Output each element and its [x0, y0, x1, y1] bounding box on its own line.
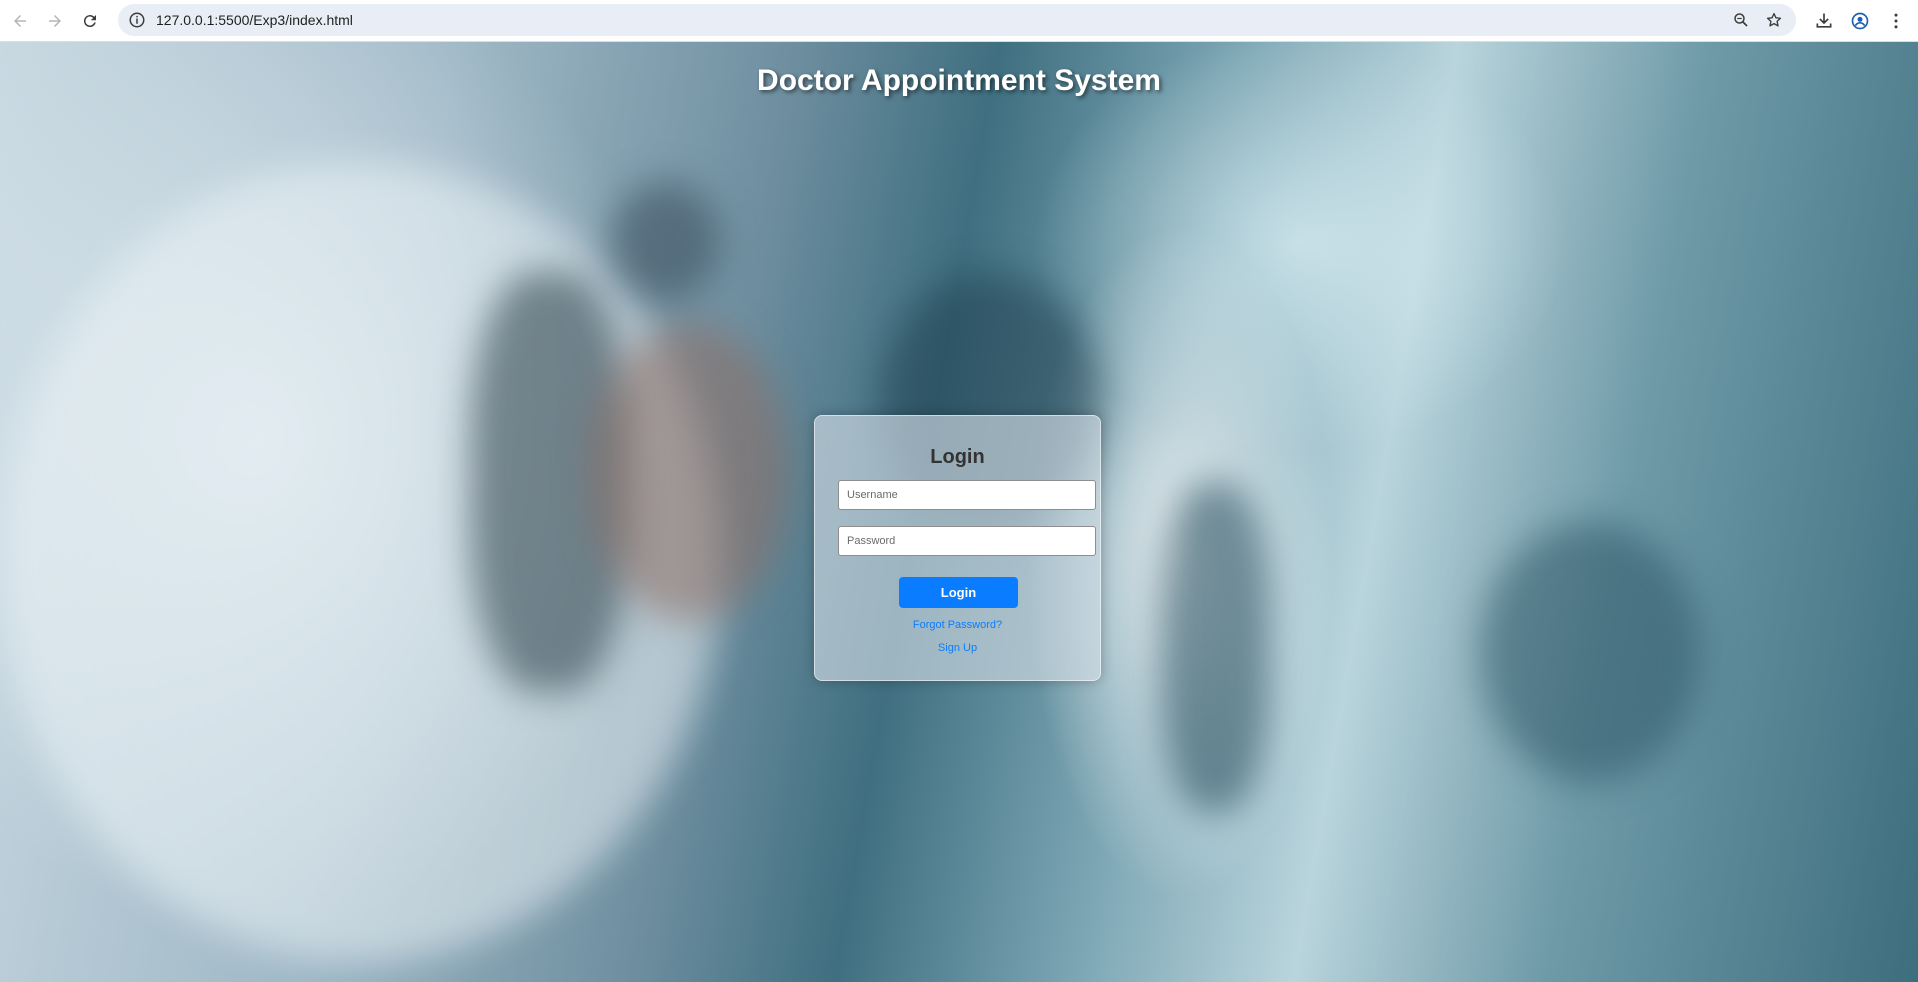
bookmark-button[interactable]: [1764, 10, 1784, 30]
browser-menu-button[interactable]: [1884, 9, 1908, 33]
forward-arrow-icon: [49, 15, 61, 27]
forward-button[interactable]: [41, 7, 69, 35]
site-info-icon[interactable]: [128, 11, 146, 29]
page-title: Doctor Appointment System: [757, 64, 1161, 97]
downloads-button[interactable]: [1812, 9, 1836, 33]
hallway-people-shape: [1480, 522, 1700, 782]
password-input[interactable]: [838, 526, 1096, 556]
forgot-password-link[interactable]: Forgot Password?: [815, 619, 1100, 631]
star-icon: [1766, 12, 1782, 27]
back-arrow-icon: [14, 15, 26, 27]
hallway-person-shape: [1160, 482, 1270, 812]
profile-button[interactable]: [1848, 9, 1872, 33]
download-icon: [1816, 13, 1832, 28]
hand-shape: [590, 322, 790, 622]
reload-icon: [83, 15, 96, 28]
reload-button[interactable]: [76, 7, 104, 35]
page-background: Doctor Appointment System Login Login Fo…: [0, 42, 1918, 982]
stethoscope-head-shape: [610, 182, 720, 302]
sign-up-link[interactable]: Sign Up: [815, 642, 1100, 654]
profile-icon: [1851, 12, 1869, 30]
browser-toolbar: 127.0.0.1:5500/Exp3/index.html: [0, 0, 1918, 42]
zoom-button[interactable]: [1731, 10, 1751, 30]
zoom-icon: [1734, 13, 1748, 27]
login-button[interactable]: Login: [899, 577, 1018, 608]
address-bar[interactable]: 127.0.0.1:5500/Exp3/index.html: [118, 4, 1796, 36]
login-form: Login Login Forgot Password? Sign Up: [814, 415, 1101, 681]
login-heading: Login: [930, 446, 985, 468]
username-input[interactable]: [838, 480, 1096, 510]
kebab-menu-icon: [1894, 13, 1898, 29]
back-button[interactable]: [6, 7, 34, 35]
url-text[interactable]: 127.0.0.1:5500/Exp3/index.html: [156, 12, 353, 28]
